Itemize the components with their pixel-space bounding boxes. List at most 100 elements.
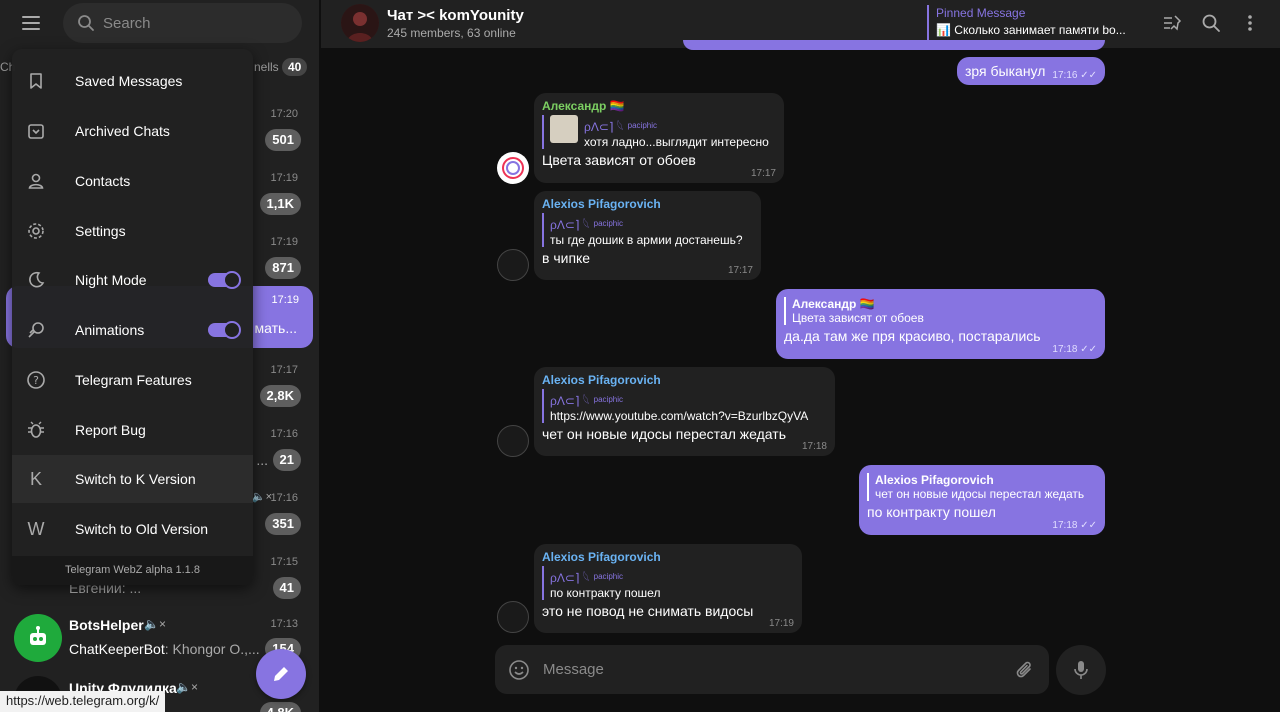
search-icon: [78, 15, 94, 31]
message-bubble[interactable]: Александр 🏳️‍🌈 Цвета зависят от обоев да…: [776, 289, 1105, 359]
sender-avatar[interactable]: [497, 249, 529, 281]
message-text: по контракту пошел: [867, 504, 996, 520]
pinned-message[interactable]: Pinned Message 📊 Сколько занимает памяти…: [927, 5, 1137, 43]
attach-button[interactable]: [1015, 659, 1035, 686]
chat-preview: мать...: [254, 320, 297, 336]
reply-quote[interactable]: ρΛ⊂⌉ 𓆩 paciphic по контракту пошел: [542, 566, 794, 600]
sender-name[interactable]: Александр 🏳️‍🌈: [542, 99, 776, 113]
menu-item-archived-chats[interactable]: Archived Chats: [12, 107, 253, 155]
message-bubble-partial: [683, 40, 1105, 50]
sender-name[interactable]: Alexios Pifagorovich: [542, 373, 827, 387]
chat-time: 17:20: [270, 108, 298, 120]
unread-badge: 21: [272, 449, 301, 471]
menu-item-settings[interactable]: Settings: [12, 207, 253, 255]
voice-record-button[interactable]: [1056, 645, 1106, 695]
search-input[interactable]: Search: [63, 3, 302, 43]
message-text: в чипке: [542, 250, 591, 266]
chat-time: 17:16: [270, 428, 298, 440]
reply-text: Цвета зависят от обоев: [792, 311, 924, 325]
pinned-list-button[interactable]: [1159, 10, 1185, 36]
reply-quote[interactable]: ρΛ⊂⌉ 𓆩 paciphic https://www.youtube.com/w…: [542, 389, 827, 423]
menu-item-telegram-features[interactable]: ? Telegram Features: [12, 356, 253, 404]
muted-icon: 🔈×: [251, 491, 272, 503]
sender-avatar[interactable]: [497, 152, 529, 184]
reply-quote[interactable]: ρΛ⊂⌉ 𓆩 paciphic хотя ладно...выглядит инт…: [542, 115, 776, 149]
menu-item-label: Switch to Old Version: [75, 521, 209, 537]
smile-icon: [509, 660, 529, 680]
message-time: 17:16 ✓✓: [1052, 70, 1097, 81]
menu-item-animations[interactable]: Animations: [12, 306, 253, 354]
chat-subtitle: 245 members, 63 online: [387, 26, 516, 40]
animations-icon: [24, 318, 48, 342]
sender-avatar[interactable]: [497, 425, 529, 457]
message-input[interactable]: Message: [543, 661, 604, 678]
menu-item-report-bug[interactable]: Report Bug: [12, 406, 253, 454]
reply-text: по контракту пошел: [550, 586, 661, 600]
chat-avatar[interactable]: [341, 4, 379, 42]
menu-item-label: Saved Messages: [75, 73, 183, 89]
tab-count-badge: 40: [282, 58, 308, 76]
animations-toggle[interactable]: [208, 321, 241, 339]
pinned-label: Pinned Message: [936, 6, 1026, 20]
pin-list-icon: [1164, 15, 1182, 31]
menu-item-label: Contacts: [75, 173, 131, 189]
reply-author: ρΛ⊂⌉ 𓆩 paciphic: [584, 120, 658, 134]
message-time: 17:17: [750, 168, 776, 179]
sender-name[interactable]: Alexios Pifagorovich: [542, 550, 794, 564]
more-button[interactable]: [1237, 10, 1263, 36]
unread-badge: 4,8K: [259, 702, 301, 712]
menu-item-label: Night Mode: [75, 272, 147, 288]
tab-fragment-right[interactable]: nells: [254, 60, 279, 74]
message-composer[interactable]: Message: [495, 645, 1049, 694]
chat-time: 17:13: [270, 618, 298, 630]
menu-item-label: Switch to K Version: [75, 471, 196, 487]
unread-badge: 1,1K: [259, 193, 301, 215]
reply-quote[interactable]: ρΛ⊂⌉ 𓆩 paciphic ты где дошик в армии дост…: [542, 213, 753, 247]
menu-button[interactable]: [10, 4, 52, 42]
left-column: Search Ch nells 40 17:20 501 17:19 1,1K …: [0, 0, 320, 712]
menu-item-label: Settings: [75, 223, 126, 239]
emoji-button[interactable]: [508, 659, 530, 686]
message-bubble[interactable]: Alexios Pifagorovich ρΛ⊂⌉ 𓆩 paciphic по к…: [534, 544, 802, 633]
reply-quote[interactable]: Alexios Pifagorovich чет он новые идосы …: [867, 473, 1097, 501]
reply-quote[interactable]: Александр 🏳️‍🌈 Цвета зависят от обоев: [784, 297, 1097, 325]
message-time: 17:17: [727, 265, 753, 276]
menu-item-switch-k[interactable]: K Switch to K Version: [12, 455, 253, 503]
w-letter-icon: W: [27, 518, 45, 539]
message-bubble[interactable]: Alexios Pifagorovich ρΛ⊂⌉ 𓆩 paciphic ты г…: [534, 191, 761, 280]
unread-badge: 41: [272, 577, 301, 599]
new-message-button[interactable]: [256, 649, 306, 699]
toggle-knob: [223, 321, 241, 339]
menu-item-switch-old[interactable]: W Switch to Old Version: [12, 505, 253, 553]
sender-avatar[interactable]: [497, 601, 529, 633]
user-icon: [24, 169, 48, 193]
archive-icon: [24, 119, 48, 143]
telegram-app: Search Ch nells 40 17:20 501 17:19 1,1K …: [0, 0, 1280, 712]
message-bubble[interactable]: Alexios Pifagorovich чет он новые идосы …: [859, 465, 1105, 535]
status-url: https://web.telegram.org/k/: [0, 691, 166, 712]
preview-text: : Khongor O.,...: [164, 641, 260, 657]
menu-item-contacts[interactable]: Contacts: [12, 157, 253, 205]
hamburger-icon: [22, 16, 40, 30]
reply-author: Александр 🏳️‍🌈: [792, 297, 875, 311]
chat-time: 17:17: [270, 364, 298, 376]
sender-name[interactable]: Alexios Pifagorovich: [542, 197, 753, 211]
night-mode-toggle[interactable]: [208, 271, 241, 289]
bot-avatar: [14, 614, 62, 662]
message-time: 17:18 ✓✓: [1052, 344, 1097, 355]
preview-sender: ChatKeeperBot: [69, 641, 165, 657]
chat-preview: ...: [256, 452, 268, 468]
message-bubble[interactable]: Alexios Pifagorovich ρΛ⊂⌉ 𓆩 paciphic http…: [534, 367, 835, 456]
reply-text: ты где дошик в армии достанешь?: [550, 233, 743, 247]
menu-item-night-mode[interactable]: Night Mode: [12, 256, 253, 304]
message-bubble[interactable]: зря быканул 17:16 ✓✓: [957, 57, 1105, 85]
reply-author: ρΛ⊂⌉ 𓆩 paciphic: [550, 571, 624, 585]
message-text: да.да там же пря красиво, постарались: [784, 328, 1041, 344]
message-bubble[interactable]: Александр 🏳️‍🌈 ρΛ⊂⌉ 𓆩 paciphic хотя ладно…: [534, 93, 784, 183]
pinned-text: 📊 Сколько занимает памяти bo...: [936, 23, 1126, 37]
menu-item-saved-messages[interactable]: Saved Messages: [12, 57, 253, 105]
bug-icon: [24, 418, 48, 442]
main-menu: Saved Messages Archived Chats Contacts S…: [12, 49, 253, 585]
gear-icon: [24, 219, 48, 243]
search-button[interactable]: [1198, 10, 1224, 36]
